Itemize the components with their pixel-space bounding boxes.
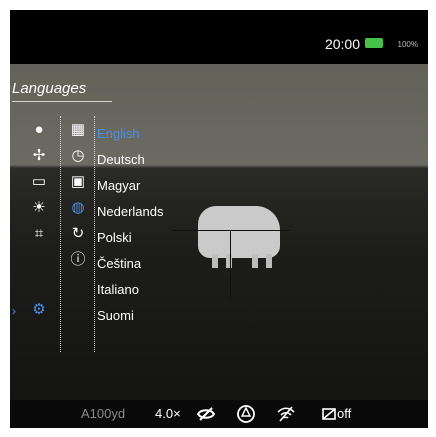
- microphone-icon[interactable]: ●: [29, 120, 49, 140]
- crosshair-icon[interactable]: ✢: [29, 146, 49, 166]
- top-status-bar: 20:00 100%: [10, 10, 428, 64]
- language-option-english[interactable]: English: [97, 126, 140, 141]
- reticle-horizontal: [172, 230, 290, 231]
- zoom-frame-icon[interactable]: ⌗: [29, 224, 49, 244]
- display-off-icon[interactable]: ▭: [29, 172, 49, 192]
- language-option-nederlands[interactable]: Nederlands: [97, 204, 164, 219]
- image-icon[interactable]: ▣: [68, 172, 88, 192]
- wifi-off-icon[interactable]: [276, 404, 296, 424]
- clock-icon[interactable]: ◷: [68, 146, 88, 166]
- right-icon-divider: [94, 116, 95, 352]
- language-option-deutsch[interactable]: Deutsch: [97, 152, 145, 167]
- target-leg: [266, 254, 272, 268]
- record-status: off: [337, 406, 352, 421]
- globe-icon[interactable]: ◍: [68, 198, 88, 218]
- calendar-icon[interactable]: ▦: [68, 120, 88, 140]
- device-screen: 20:00 100% Languages ● ✢ ▭ ☀ ⌗ ⚙ ▦ ◷ ▣ ◍…: [10, 10, 428, 428]
- language-option-suomi[interactable]: Suomi: [97, 308, 134, 323]
- language-option-cestina[interactable]: Čeština: [97, 256, 141, 271]
- eye-off-icon[interactable]: [196, 404, 216, 424]
- language-option-polski[interactable]: Polski: [97, 230, 132, 245]
- aperture-icon[interactable]: [236, 404, 256, 424]
- reticle-vertical: [230, 230, 231, 300]
- brightness-icon[interactable]: ☀: [29, 198, 49, 218]
- title-underline: [12, 101, 112, 102]
- reset-icon[interactable]: ↻: [68, 224, 88, 244]
- thermal-target: [198, 206, 280, 258]
- target-leg: [226, 254, 232, 268]
- bottom-status-bar: A100yd 4.0× off: [10, 400, 428, 428]
- clock-time: 20:00: [324, 36, 360, 52]
- language-option-italiano[interactable]: Italiano: [97, 282, 139, 297]
- menu-selector-chevron: ›: [12, 304, 16, 318]
- battery-icon: [365, 38, 383, 48]
- target-leg: [212, 254, 218, 268]
- range-readout: A100yd: [81, 406, 126, 421]
- target-leg: [252, 254, 258, 268]
- settings-gear-icon[interactable]: ⚙: [29, 300, 49, 320]
- battery-percent: 100%: [397, 40, 418, 49]
- zoom-readout: 4.0×: [155, 406, 181, 421]
- left-icon-divider: [60, 116, 61, 352]
- info-icon[interactable]: ⓘ: [68, 250, 88, 270]
- menu-title: Languages: [12, 80, 87, 97]
- language-option-magyar[interactable]: Magyar: [97, 178, 140, 193]
